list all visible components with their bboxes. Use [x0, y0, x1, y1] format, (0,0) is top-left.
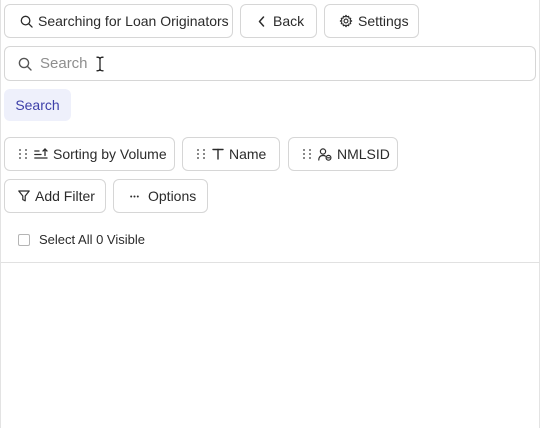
search-input[interactable]: [40, 55, 500, 72]
select-all-checkbox[interactable]: [18, 233, 30, 246]
name-column-chip[interactable]: Name: [182, 137, 280, 171]
back-button[interactable]: Back: [240, 4, 317, 38]
text-type-icon: [212, 148, 224, 160]
options-button[interactable]: Options: [113, 179, 208, 213]
name-chip-label: Name: [229, 146, 267, 162]
gear-icon: [339, 14, 353, 28]
filter-icon: [18, 190, 30, 202]
search-icon: [20, 15, 33, 28]
sort-chip-label: Sorting by Volume: [53, 146, 167, 162]
nmlsid-chip-label: NMLSID: [337, 146, 390, 162]
add-filter-label: Add Filter: [35, 188, 95, 204]
sort-by-volume-chip[interactable]: Sorting by Volume: [4, 137, 175, 171]
search-button[interactable]: Search: [4, 89, 71, 121]
select-all-label: Select All 0 Visible: [39, 232, 145, 247]
searching-loan-originators-button[interactable]: Searching for Loan Originators: [4, 4, 233, 38]
chevron-left-icon: [258, 15, 265, 27]
settings-button[interactable]: Settings: [324, 4, 419, 38]
add-filter-button[interactable]: Add Filter: [4, 179, 106, 213]
search-panel: Searching for Loan Originators Back Sett…: [0, 0, 540, 428]
more-horizontal-icon: [130, 195, 139, 197]
user-id-icon: [318, 147, 332, 161]
drag-handle-icon[interactable]: [303, 149, 311, 159]
options-label: Options: [148, 188, 197, 204]
searching-label: Searching for Loan Originators: [38, 13, 229, 29]
drag-handle-icon[interactable]: [19, 149, 27, 159]
results-list: [1, 263, 540, 428]
search-icon: [18, 57, 32, 71]
sort-ascending-icon: [34, 148, 48, 159]
back-label: Back: [273, 13, 305, 29]
search-field[interactable]: [4, 46, 536, 81]
select-all-row: Select All 0 Visible: [18, 232, 145, 247]
nmlsid-column-chip[interactable]: NMLSID: [288, 137, 398, 171]
settings-label: Settings: [358, 13, 409, 29]
drag-handle-icon[interactable]: [197, 149, 205, 159]
